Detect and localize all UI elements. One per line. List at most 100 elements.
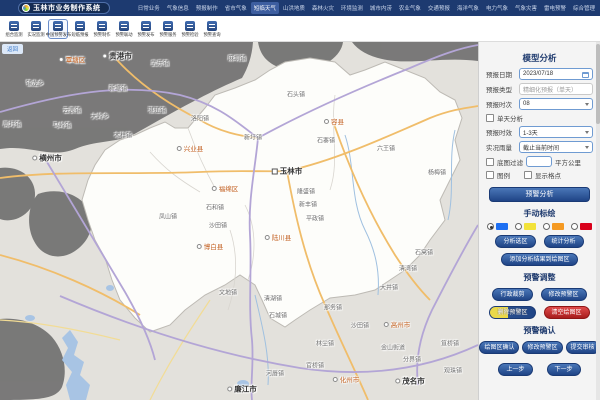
next-step-button[interactable]: 下一步 xyxy=(547,363,581,376)
toolbar-item[interactable]: 预警制作 xyxy=(92,19,112,39)
delete-warning-area-button[interactable]: 删除预警区 xyxy=(489,306,535,319)
color-swatch xyxy=(524,223,536,230)
forecast-period-select[interactable]: 1-3天 xyxy=(519,126,593,138)
toolbar-item[interactable]: 预警联动 xyxy=(114,19,134,39)
map-base xyxy=(0,42,478,400)
top-menu-item[interactable]: 预报制作 xyxy=(193,2,221,14)
observed-rain-select[interactable]: 截止当前时间 xyxy=(519,141,593,153)
top-menu-item[interactable]: 环境监测 xyxy=(338,2,366,14)
chevron-down-icon xyxy=(585,103,589,106)
top-menu-item[interactable]: 森林火灾 xyxy=(309,2,337,14)
map-label: 沙田镇 xyxy=(351,321,369,330)
toolbar-item[interactable]: 预警发布 xyxy=(136,19,156,39)
map-label: 麻垌镇 xyxy=(228,54,246,63)
map-label: 六王镇 xyxy=(377,144,395,153)
map-label: 廉江市 xyxy=(227,384,257,395)
map-label: 镇龙乡 xyxy=(26,79,44,88)
modify-warning-area-button[interactable]: 修改预警区 xyxy=(541,288,587,301)
back-button[interactable]: 返回 xyxy=(2,44,23,54)
map-canvas[interactable]: 返回 xyxy=(0,42,478,400)
top-menu-item[interactable]: 山洪地质 xyxy=(280,2,308,14)
color-swatch xyxy=(496,223,508,230)
scrollbar[interactable] xyxy=(596,42,600,400)
prev-step-button[interactable]: 上一步 xyxy=(498,363,532,376)
forecast-type-input[interactable]: 精细化预报（单天） xyxy=(519,83,593,95)
map-label: 观珠镇 xyxy=(444,366,462,375)
show-grid-checkbox[interactable] xyxy=(524,171,532,179)
map-label: 大岭乡 xyxy=(91,112,109,121)
calendar-icon xyxy=(582,72,589,79)
map-label: 石寨镇 xyxy=(317,136,335,145)
map-label: 清湾镇 xyxy=(399,264,417,273)
color-option[interactable] xyxy=(543,223,564,230)
basemap-filter-checkbox[interactable] xyxy=(486,158,494,166)
top-menu-item[interactable]: 雷电预警 xyxy=(541,2,569,14)
top-menu-item[interactable]: 电力气象 xyxy=(483,2,511,14)
map-label: 隆盛镇 xyxy=(297,187,315,196)
single-day-checkbox[interactable] xyxy=(486,114,494,122)
forecast-period-label: 预报时效 xyxy=(486,127,519,137)
manual-plot-title: 手动标绘 xyxy=(479,208,600,219)
top-menu-item[interactable]: 城市内涝 xyxy=(367,2,395,14)
app-logo: 玉林市业务制作系统 xyxy=(18,2,110,14)
radio-icon xyxy=(571,223,578,230)
toolbar-item[interactable]: 预警检验 xyxy=(180,19,200,39)
top-menu-item[interactable]: 省市气象 xyxy=(222,2,250,14)
top-menu-item[interactable]: 气象信息 xyxy=(164,2,192,14)
stat-analysis-button[interactable]: 统计分析 xyxy=(544,235,584,248)
toolbar-item[interactable]: 中国预警发布 xyxy=(48,19,68,39)
model-analysis-panel: 模型分析 预报日期 2023/07/18 预报类型 精细化预报（单天） 预报时次… xyxy=(478,42,600,400)
map-label: 分界镇 xyxy=(403,355,421,364)
document-icon xyxy=(53,21,63,31)
warning-adjust-title: 预警调整 xyxy=(479,272,600,283)
top-menu-item[interactable]: 日常业务 xyxy=(135,2,163,14)
document-icon xyxy=(119,21,129,31)
app-title: 玉林市业务制作系统 xyxy=(33,3,101,13)
top-menu-item[interactable]: 海洋气象 xyxy=(454,2,482,14)
add-result-to-draw-button[interactable]: 添加分析结果到绘图区 xyxy=(501,253,577,266)
color-option[interactable] xyxy=(515,223,536,230)
map-label: 官桥镇 xyxy=(306,361,324,370)
map-label: 大井镇 xyxy=(380,283,398,292)
top-menu-item[interactable]: 交通预报 xyxy=(425,2,453,14)
top-menu-item[interactable]: 综合管理 xyxy=(570,2,598,14)
color-option[interactable] xyxy=(487,223,508,230)
area-threshold-input[interactable] xyxy=(526,156,552,167)
toolbar-item[interactable]: 预警服务 xyxy=(158,19,178,39)
top-menu-item[interactable]: 农业气象 xyxy=(396,2,424,14)
toolbar-item[interactable]: 组合监测 xyxy=(4,19,24,39)
map-label: 博白县 xyxy=(197,241,224,251)
toolbar-item[interactable]: 实况监测 xyxy=(26,19,46,39)
single-day-label: 单天分析 xyxy=(497,113,523,123)
map-label: 化州市 xyxy=(333,374,360,384)
map-label: 石窝镇 xyxy=(415,248,433,257)
modify-warning-area-button-2[interactable]: 修改预警区 xyxy=(522,341,562,354)
toolbar-item[interactable]: 短临预报 xyxy=(70,19,90,39)
submit-review-button[interactable]: 提交审核 xyxy=(566,341,600,354)
toolbar-item[interactable]: 预警查询 xyxy=(202,19,222,39)
map-label: 武乐镇 xyxy=(151,59,169,68)
clear-draw-area-button[interactable]: 清空绘图区 xyxy=(544,306,590,319)
map-label: 新圩镇 xyxy=(244,133,262,142)
show-grid-label: 显示格点 xyxy=(535,170,561,180)
admin-clip-button[interactable]: 行政裁剪 xyxy=(492,288,532,301)
map-label: 石城镇 xyxy=(269,311,287,320)
forecast-hour-select[interactable]: 08 xyxy=(519,98,593,110)
map-label: 茂名市 xyxy=(395,376,425,387)
map-label: 石和镇 xyxy=(206,203,224,212)
map-label: 石头镇 xyxy=(287,90,305,99)
color-option[interactable] xyxy=(571,223,592,230)
analyze-selection-button[interactable]: 分析选区 xyxy=(495,235,535,248)
legend-checkbox[interactable] xyxy=(486,171,494,179)
top-menu-item[interactable]: 气象灾害 xyxy=(512,2,540,14)
chevron-down-icon xyxy=(585,131,589,134)
scrollbar-thumb[interactable] xyxy=(596,44,600,124)
map-label: 陆川县 xyxy=(265,232,292,242)
map-label: 清湖镇 xyxy=(264,294,282,303)
warning-analysis-button[interactable]: 预警分析 xyxy=(489,187,590,202)
forecast-date-input[interactable]: 2023/07/18 xyxy=(519,68,593,80)
draw-area-confirm-button[interactable]: 绘图区确认 xyxy=(479,341,519,354)
color-swatch xyxy=(580,223,592,230)
top-menu-item[interactable]: 短临天气 xyxy=(251,2,279,14)
document-icon xyxy=(141,21,151,31)
